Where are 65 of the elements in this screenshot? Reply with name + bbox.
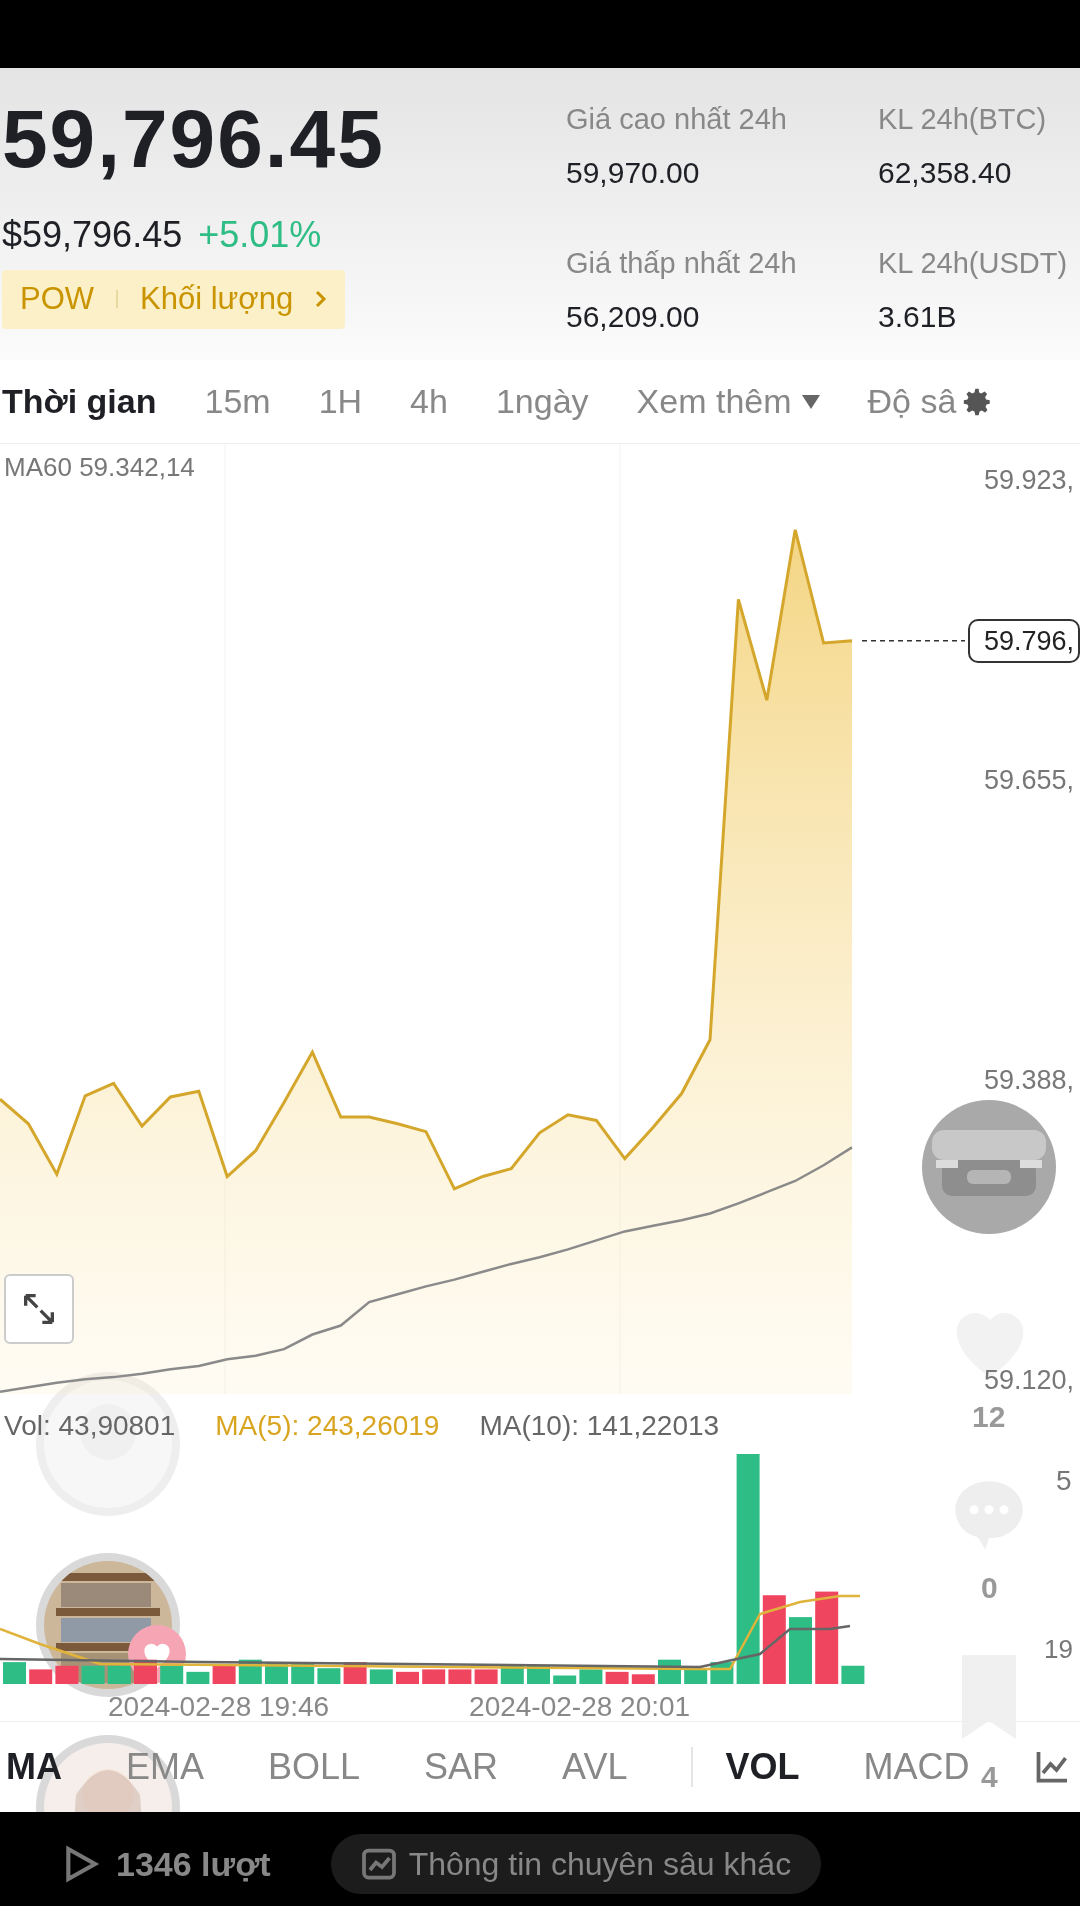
volume-bar [631, 1674, 655, 1684]
volume-bar [448, 1669, 472, 1684]
time-tab[interactable]: Độ sâ [867, 376, 957, 427]
volume-bar [186, 1671, 210, 1684]
tag-label: Khối lượng [140, 280, 294, 318]
last-price: 59,796.45 [2, 98, 386, 180]
stat-label: KL 24h(BTC) [878, 102, 1048, 137]
stat-label: Giá thấp nhất 24h [566, 246, 798, 281]
ma-label: MA60 59.342,14 [4, 451, 195, 484]
more-info-button[interactable]: Thông tin chuyên sâu khác [330, 1834, 822, 1894]
y-axis-label: 59.120, [984, 1364, 1075, 1397]
volume-bar [841, 1665, 865, 1684]
volume-label: Vol: 43,90801 [4, 1409, 176, 1443]
volume-bar [317, 1668, 341, 1684]
x-axis-label: 2024-02-28 20:01 [469, 1690, 691, 1721]
stat-value: 56,209.00 [566, 298, 701, 335]
x-axis-label: 2024-02-28 19:46 [108, 1690, 330, 1721]
ma10-label: MA(10): 141,22013 [479, 1409, 720, 1443]
volume-bar [605, 1671, 629, 1684]
stat-value: 59,970.00 [566, 154, 701, 191]
indicator-tab[interactable]: MACD [863, 1740, 970, 1794]
time-tab[interactable]: Thời gian [2, 376, 157, 427]
chart-icon [360, 1846, 397, 1882]
chevron-right-icon [315, 290, 328, 309]
tag-bar[interactable]: POW Khối lượng [2, 270, 346, 329]
indicator-tab[interactable]: AVL [562, 1740, 628, 1794]
volume-bar [29, 1669, 53, 1684]
time-tab[interactable]: Xem thêm [636, 376, 820, 427]
volume-bar [789, 1617, 812, 1684]
tag-label: POW [20, 280, 95, 318]
indicator-tab[interactable]: MA [6, 1740, 62, 1794]
time-tab[interactable]: 1H [318, 376, 363, 427]
change-percent: +5.01% [198, 213, 322, 257]
volume-bar [474, 1669, 498, 1684]
y-axis-label: 19 [1044, 1633, 1073, 1666]
y-axis-label: 59.388, [984, 1063, 1075, 1097]
indicator-tab[interactable]: VOL [725, 1740, 800, 1794]
indicator-tab[interactable]: EMA [126, 1740, 204, 1794]
stat-label: Giá cao nhất 24h [566, 102, 788, 137]
volume-bar [369, 1669, 393, 1684]
expand-button[interactable] [4, 1274, 74, 1344]
like-count: 12 [972, 1399, 1006, 1435]
stat-label: KL 24h(USDT) [878, 246, 1069, 281]
indicator-tab[interactable]: BOLL [268, 1740, 361, 1794]
volume-bar [396, 1671, 419, 1684]
y-axis-label: 5 [1056, 1464, 1072, 1498]
indicator-tab[interactable]: SAR [424, 1740, 499, 1794]
time-tab[interactable]: 15m [204, 376, 271, 427]
comment-count: 0 [981, 1570, 998, 1606]
volume-bar [422, 1669, 446, 1684]
last-price-label: 59.796, [968, 618, 1080, 664]
fiat-price: $59,796.45 [2, 213, 183, 257]
caret-icon [801, 394, 820, 409]
stat-value: 3.61B [878, 298, 958, 335]
ma5-label: MA(5): 243,26019 [215, 1409, 440, 1443]
time-tab[interactable]: 4h [410, 376, 448, 427]
volume-bar [3, 1662, 26, 1684]
y-axis-label: 59.655, [984, 764, 1075, 798]
stat-value: 62,358.40 [878, 154, 1013, 191]
save-count: 4 [981, 1759, 998, 1795]
time-tab[interactable]: 1ngày [495, 376, 589, 427]
view-count: 1346 lượt [116, 1843, 271, 1885]
volume-bar [553, 1675, 577, 1684]
y-axis-label: 59.923, [984, 464, 1075, 497]
volume-bar [579, 1669, 603, 1684]
